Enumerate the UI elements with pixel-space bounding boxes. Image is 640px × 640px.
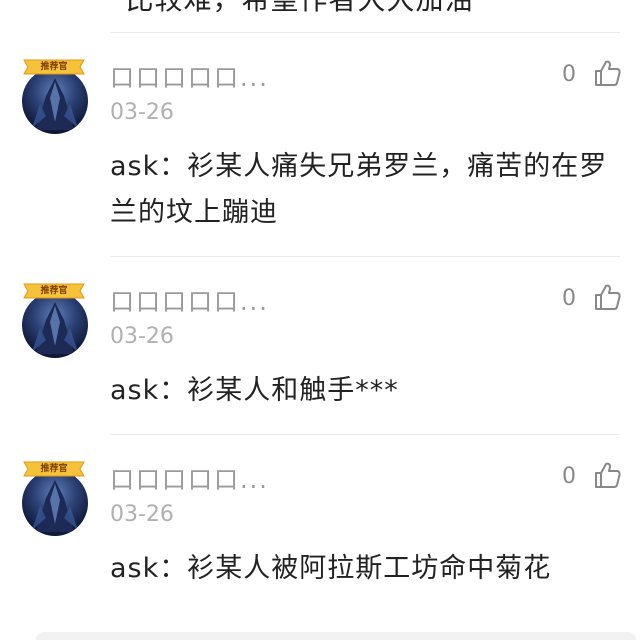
thumbs-up-icon[interactable] — [592, 282, 622, 312]
recommender-badge: 推荐官 — [20, 280, 88, 302]
thumbs-up-icon[interactable] — [592, 460, 622, 490]
comment-input-bar[interactable] — [36, 632, 636, 640]
username[interactable]: 口口口口口... — [110, 58, 269, 93]
divider — [110, 256, 620, 257]
avatar[interactable]: 推荐官 — [18, 56, 92, 136]
comment-date: 03-26 — [110, 324, 174, 349]
recommender-badge: 推荐官 — [20, 458, 88, 480]
avatar[interactable]: 推荐官 — [18, 458, 92, 538]
previous-comment-text: “比较难，希望作者大大加油” — [110, 0, 489, 18]
comment-date: 03-26 — [110, 100, 174, 125]
like-count: 0 — [562, 464, 576, 489]
thumbs-up-icon[interactable] — [592, 58, 622, 88]
like-count: 0 — [562, 62, 576, 87]
comment-content: ask：衫某人和触手*** — [110, 375, 399, 406]
comment-date: 03-26 — [110, 502, 174, 527]
username[interactable]: 口口口口口... — [110, 460, 269, 495]
comment-list-page: “比较难，希望作者大大加油” 推荐官 口口口口口... 03-26 0 — [0, 0, 640, 640]
recommender-badge: 推荐官 — [20, 56, 88, 78]
comment-content: ask：衫某人被阿拉斯工坊命中菊花 — [110, 553, 552, 584]
comment-content: ask：衫某人痛失兄弟罗兰，痛苦的在罗兰的坟上蹦迪 — [110, 151, 608, 228]
avatar[interactable]: 推荐官 — [18, 280, 92, 360]
divider — [110, 434, 620, 435]
like-count: 0 — [562, 286, 576, 311]
divider — [110, 32, 620, 33]
username[interactable]: 口口口口口... — [110, 282, 269, 317]
